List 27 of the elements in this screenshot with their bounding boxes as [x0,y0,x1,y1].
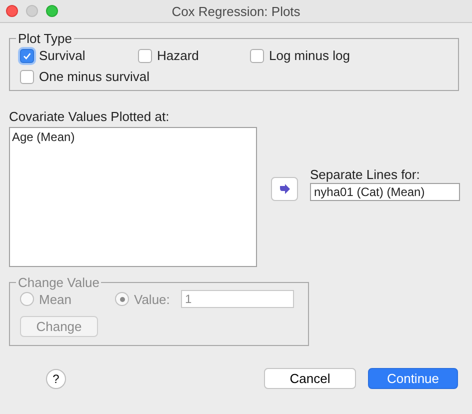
move-button[interactable] [271,177,298,201]
group-title: Plot Type [17,31,73,46]
covariate-list[interactable]: Age (Mean) [9,127,257,267]
help-button[interactable]: ? [46,368,66,388]
checkbox[interactable] [20,48,34,62]
cancel-button[interactable]: Cancel [264,368,356,389]
zoom-icon[interactable] [46,5,58,17]
minimize-icon[interactable] [26,5,38,17]
group-title: Change Value [17,275,100,290]
radio-label: Mean [39,292,72,306]
checkbox-label: Hazard [157,48,199,63]
list-label: Covariate Values Plotted at: [9,109,170,125]
separate-lines-field[interactable]: nyha01 (Cat) (Mean) [310,183,460,201]
checkbox-label: One minus survival [39,69,150,84]
checkbox[interactable] [138,48,152,62]
window-title: Cox Regression: Plots [172,4,300,18]
checkmark-icon [22,50,32,60]
list-item[interactable]: Age (Mean) [12,130,254,144]
continue-button[interactable]: Continue [368,368,458,389]
field-label: Separate Lines for: [310,167,421,183]
checkbox[interactable] [20,70,34,84]
checkbox-label: Log minus log [269,48,350,63]
checkbox-label: Survival [39,48,86,63]
close-icon[interactable] [6,5,18,17]
checkbox[interactable] [250,48,264,62]
radio-label: Value: [134,292,170,306]
arrow-icon [278,184,290,194]
